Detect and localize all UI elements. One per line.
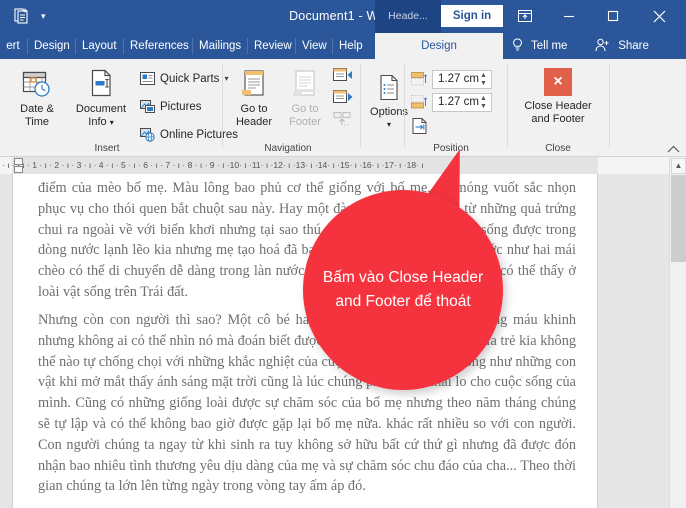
quick-parts-label: Quick Parts bbox=[160, 72, 220, 85]
tell-me-button[interactable]: Tell me bbox=[512, 33, 567, 59]
tab-design[interactable]: Design bbox=[28, 33, 74, 59]
minimize-icon[interactable] bbox=[549, 0, 589, 33]
spinner-up-icon[interactable]: ▲ bbox=[479, 95, 488, 103]
online-pictures-icon bbox=[140, 127, 155, 142]
header-position-value: 1.27 cm bbox=[438, 73, 479, 85]
ribbon-tab-strip: ert Design Layout References Mailings Re… bbox=[0, 33, 686, 59]
share-button[interactable]: Share bbox=[595, 33, 649, 59]
go-to-header-icon bbox=[230, 68, 278, 100]
go-to-footer-label-line2: Footer bbox=[289, 115, 321, 128]
first-line-indent-marker[interactable] bbox=[14, 158, 23, 165]
close-icon[interactable] bbox=[637, 0, 681, 33]
go-to-header-label-line2: Header bbox=[235, 115, 273, 128]
tab-references[interactable]: References bbox=[124, 33, 191, 59]
insert-alignment-tab-button[interactable] bbox=[411, 117, 428, 135]
hanging-indent-marker[interactable] bbox=[14, 166, 23, 173]
online-pictures-button[interactable]: Online Pictures bbox=[140, 127, 238, 142]
next-section-icon bbox=[333, 89, 353, 105]
share-label: Share bbox=[618, 40, 649, 52]
online-pictures-label: Online Pictures bbox=[160, 128, 238, 141]
tell-me-label: Tell me bbox=[531, 40, 568, 52]
next-section-button[interactable] bbox=[333, 89, 353, 105]
document-info-button[interactable]: Document Info ▾ bbox=[68, 68, 134, 129]
horizontal-ruler[interactable]: · ı · · ı · 1 · ı · 2 · ı · 3 · ı · 4 · … bbox=[0, 157, 669, 174]
pictures-icon bbox=[140, 99, 155, 114]
footer-position-input[interactable]: 1.27 cm ▲ ▼ bbox=[432, 93, 492, 112]
options-label: Options bbox=[370, 106, 408, 118]
header-footer-options-button[interactable]: Options ▾ bbox=[366, 73, 412, 131]
document-info-label-line2: Info bbox=[88, 115, 107, 128]
go-to-header-button[interactable]: Go to Header bbox=[230, 68, 278, 128]
go-to-footer-label-line1: Go to bbox=[291, 103, 319, 115]
footer-position-icon bbox=[411, 95, 427, 109]
document-paragraph-2[interactable]: Nhưng còn con người thì sao? Một cô bé h… bbox=[38, 310, 576, 497]
insert-alignment-tab-icon bbox=[411, 117, 428, 135]
previous-section-icon bbox=[333, 67, 353, 83]
title-bar: ▾ Document1 - Word Heade... Sign in bbox=[0, 0, 686, 33]
instruction-callout-text: Bấm vào Close Header and Footer để thoát bbox=[322, 269, 484, 310]
tab-help[interactable]: Help bbox=[333, 33, 368, 59]
previous-section-button[interactable] bbox=[333, 67, 353, 83]
close-header-and-footer-button[interactable]: × Close Header and Footer bbox=[513, 68, 603, 125]
footer-position-value: 1.27 cm bbox=[438, 96, 479, 108]
link-to-previous-button[interactable] bbox=[333, 111, 353, 127]
person-add-icon bbox=[595, 38, 610, 52]
date-and-time-label-line1: Date & bbox=[20, 103, 54, 115]
group-label-close: Close bbox=[545, 143, 571, 154]
sign-in-button[interactable]: Sign in bbox=[441, 5, 503, 27]
word-window: ▾ Document1 - Word Heade... Sign in ert … bbox=[0, 0, 686, 508]
date-and-time-button[interactable]: Date & Time bbox=[8, 68, 66, 128]
tab-design-header-footer-tools[interactable]: Design bbox=[375, 33, 503, 59]
vertical-scrollbar[interactable]: ▲ bbox=[669, 157, 686, 508]
close-header-footer-label-line1: Close Header bbox=[524, 100, 592, 112]
group-separator bbox=[507, 64, 508, 148]
spinner-down-icon[interactable]: ▼ bbox=[479, 80, 488, 88]
pictures-button[interactable]: Pictures bbox=[140, 99, 202, 114]
spinner-up-icon[interactable]: ▲ bbox=[479, 72, 488, 80]
quick-parts-button[interactable]: Quick Parts ▾ bbox=[140, 71, 228, 86]
ruler-tick-labels: · ı · · ı · 1 · ı · 2 · ı · 3 · ı · 4 · … bbox=[2, 160, 424, 170]
scroll-up-icon[interactable]: ▲ bbox=[671, 158, 686, 174]
tab-view[interactable]: View bbox=[296, 33, 331, 59]
date-and-time-label-line2: Time bbox=[24, 115, 50, 128]
ribbon: Date & Time Document Info ▾ Quick Parts … bbox=[0, 59, 686, 157]
group-label-navigation: Navigation bbox=[264, 143, 312, 154]
spinner-down-icon[interactable]: ▼ bbox=[479, 103, 488, 111]
tab-layout[interactable]: Layout bbox=[76, 33, 122, 59]
caret-down-icon[interactable]: ▾ bbox=[224, 74, 228, 83]
header-context-label: Heade... bbox=[375, 0, 441, 33]
go-to-footer-icon bbox=[281, 68, 329, 100]
close-header-footer-label-line2: and Footer bbox=[531, 112, 585, 125]
group-separator bbox=[360, 64, 361, 148]
header-position-icon bbox=[411, 72, 427, 86]
tab-review[interactable]: Review bbox=[248, 33, 294, 59]
go-to-footer-button[interactable]: Go to Footer bbox=[281, 68, 329, 128]
header-position-input[interactable]: 1.27 cm ▲ ▼ bbox=[432, 70, 492, 89]
calendar-clock-icon bbox=[8, 68, 66, 100]
scrollbar-thumb[interactable] bbox=[671, 175, 686, 262]
caret-down-icon[interactable]: ▾ bbox=[110, 118, 114, 127]
document-info-icon bbox=[68, 68, 134, 100]
link-to-previous-icon bbox=[333, 111, 353, 127]
scrollbar-track[interactable] bbox=[671, 262, 686, 508]
document-page[interactable]: điểm của mèo bố mẹ. Màu lông bao phủ cơ … bbox=[12, 174, 598, 508]
close-x-icon[interactable]: × bbox=[544, 68, 572, 96]
ribbon-display-options-icon[interactable] bbox=[505, 0, 545, 33]
caret-down-icon[interactable]: ▾ bbox=[366, 119, 412, 132]
quick-parts-icon bbox=[140, 71, 155, 86]
group-separator bbox=[222, 64, 223, 148]
tab-insert[interactable]: ert bbox=[0, 33, 26, 59]
maximize-icon[interactable] bbox=[593, 0, 633, 33]
lightbulb-icon bbox=[512, 38, 523, 52]
group-label-insert: Insert bbox=[94, 143, 120, 154]
header-footer-options-icon bbox=[366, 73, 412, 103]
group-separator bbox=[609, 64, 610, 148]
go-to-header-label-line1: Go to bbox=[240, 103, 268, 115]
instruction-callout: Bấm vào Close Header and Footer để thoát bbox=[303, 190, 503, 390]
group-separator bbox=[404, 64, 405, 148]
document-info-label-line1: Document bbox=[75, 103, 127, 115]
pictures-label: Pictures bbox=[160, 100, 202, 113]
collapse-ribbon-button[interactable] bbox=[667, 145, 680, 154]
tab-mailings[interactable]: Mailings bbox=[193, 33, 246, 59]
